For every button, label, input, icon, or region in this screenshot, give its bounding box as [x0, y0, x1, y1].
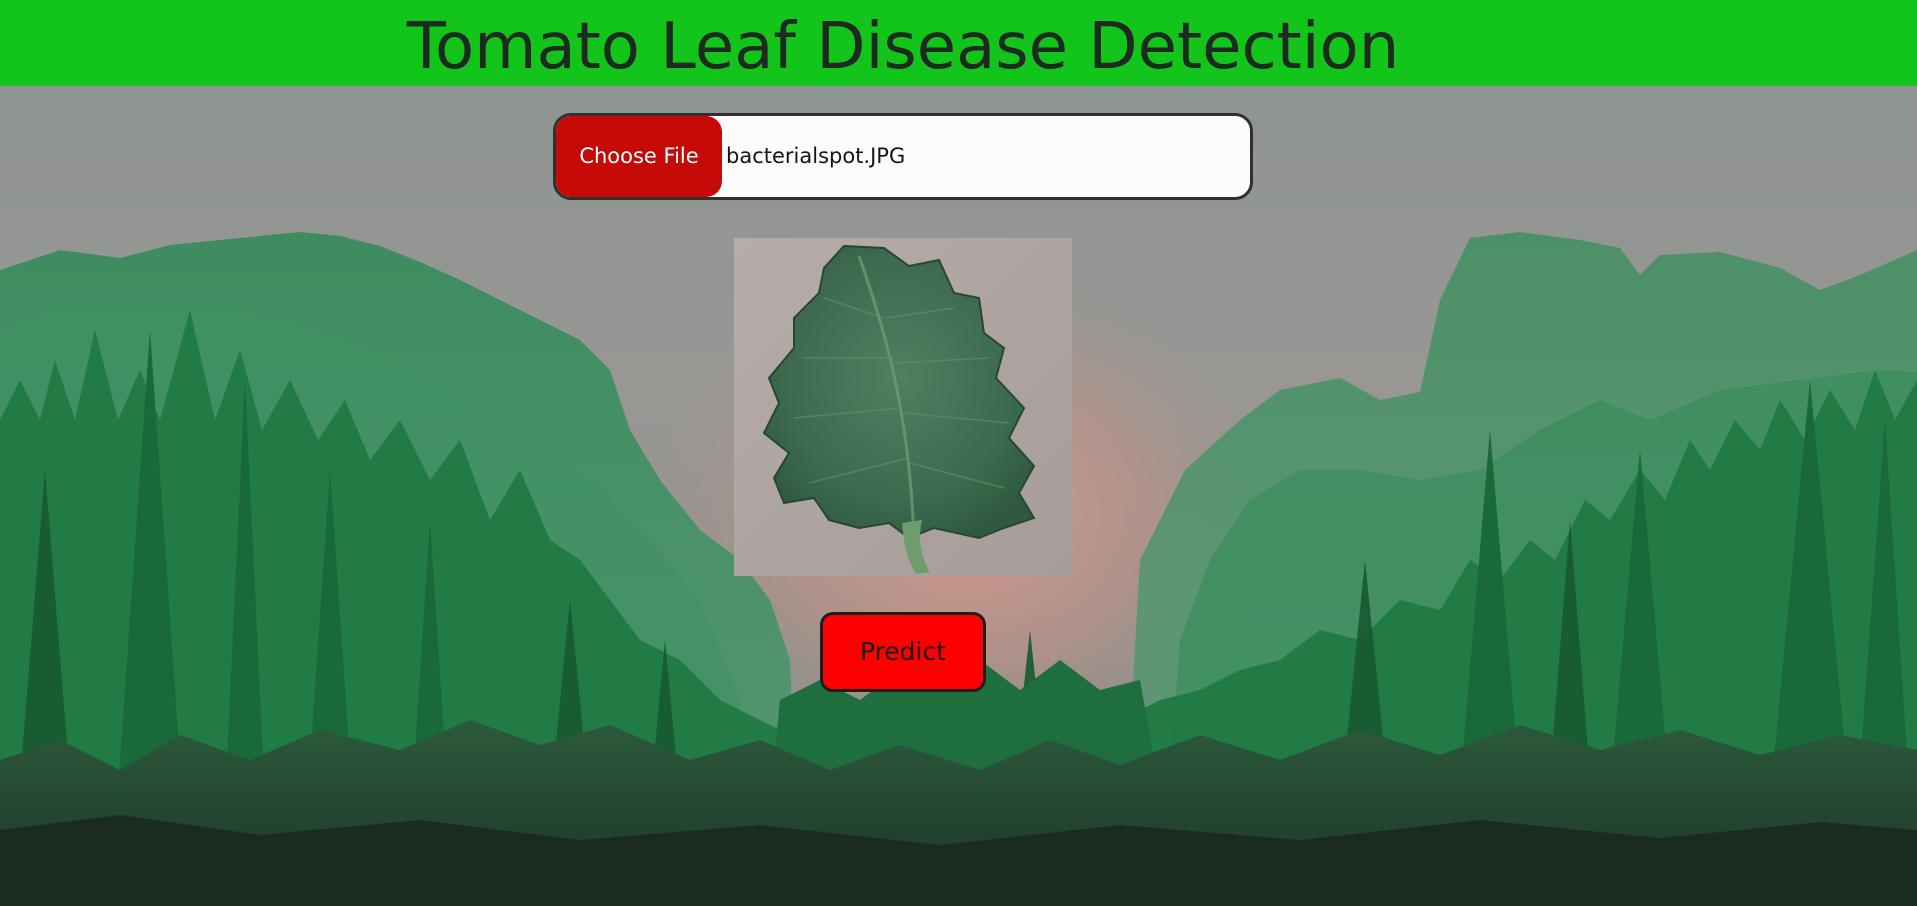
page-header: Tomato Leaf Disease Detection: [0, 0, 1917, 86]
predict-button[interactable]: Predict: [820, 612, 986, 692]
selected-file-name: bacterialspot.JPG: [726, 144, 906, 168]
leaf-preview-image: [734, 238, 1072, 576]
choose-file-button[interactable]: Choose File: [556, 116, 722, 197]
page-title: Tomato Leaf Disease Detection: [406, 10, 1400, 84]
file-upload-field[interactable]: Choose File bacterialspot.JPG: [553, 113, 1253, 200]
